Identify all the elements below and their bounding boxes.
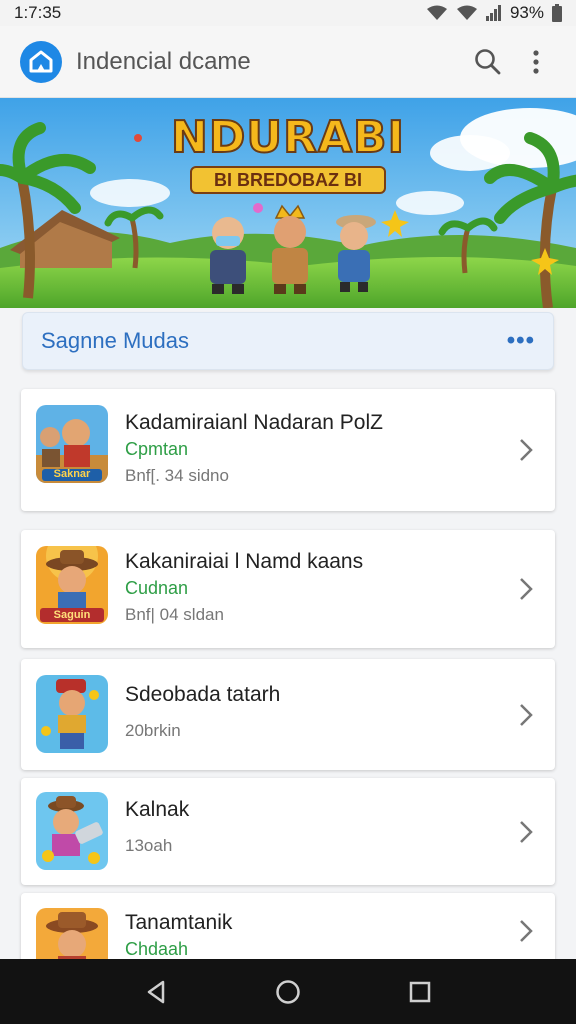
chevron-right-icon [520, 578, 533, 600]
home-circle-icon [276, 979, 300, 1004]
item-text: Kakaniraiai l Namd kaans Cudnan Bnf| 04 … [125, 550, 495, 625]
game-thumbnail-icon: Saguin [36, 546, 108, 624]
signal-icon [485, 5, 501, 21]
back-triangle-icon [147, 980, 165, 1003]
item-subtitle: Chdaah [125, 939, 189, 959]
app-bar: Indencial dcame [0, 26, 576, 98]
chevron-right-icon [520, 703, 533, 726]
recents-button[interactable] [396, 968, 444, 1016]
item-meta: Bnf[. 34 sidno [125, 466, 229, 485]
home-button[interactable] [264, 968, 312, 1016]
list-item[interactable]: Sdeobada tatarh 20brkin [21, 659, 555, 770]
overflow-menu-button[interactable] [512, 38, 560, 86]
item-meta: Bnf| 04 sldan [125, 605, 224, 624]
status-time: 1:7:35 [14, 3, 62, 22]
item-text: Tanamtanik Chdaah [125, 911, 495, 960]
more-vert-icon [533, 49, 539, 74]
item-name: Kakaniraiai l Namd kaans [125, 550, 364, 573]
battery-icon [552, 4, 562, 22]
item-name: Tanamtanik [125, 911, 233, 934]
promo-banner[interactable]: NDURABI BI BREDOBAZ BI [0, 98, 576, 308]
status-bar: 1:7:35 93% [0, 0, 576, 26]
chevron-right-icon [520, 820, 533, 843]
section-more-button[interactable]: ••• [507, 327, 535, 355]
item-name: Kadamiraianl Nadaran PolZ [125, 411, 383, 434]
section-header: Sagnne Mudas ••• [22, 312, 554, 370]
item-subtitle: Cudnan [125, 578, 189, 598]
game-thumbnail-icon [36, 792, 108, 870]
recents-square-icon [409, 981, 431, 1002]
app-title: Indencial dcame [76, 47, 251, 75]
chevron-right-icon [520, 920, 533, 942]
thumbnail-label: Saknar [53, 468, 91, 480]
list-item[interactable]: Kalnak 13oah [21, 778, 555, 885]
list-item[interactable]: Saknar Kadamiraianl Nadaran PolZ Cpmtan … [21, 389, 555, 511]
item-text: Kadamiraianl Nadaran PolZ Cpmtan Bnf[. 3… [125, 411, 495, 486]
item-text: Sdeobada tatarh 20brkin [125, 683, 495, 741]
item-subtitle: Cpmtan [125, 439, 189, 459]
status-icons: 93% [426, 3, 562, 23]
banner-subtitle: BI BREDOBAZ BI [190, 166, 386, 194]
back-button[interactable] [132, 968, 180, 1016]
item-meta: 20brkin [125, 721, 181, 740]
item-name: Sdeobada tatarh [125, 683, 281, 706]
banner-title: NDURABI [170, 111, 405, 164]
game-thumbnail-icon: Saknar [36, 405, 108, 483]
app-logo-icon [20, 40, 62, 83]
wifi-icon [456, 5, 477, 20]
section-title: Sagnne Mudas [41, 328, 189, 353]
battery-percent: 93% [509, 3, 544, 22]
system-nav-bar [0, 959, 576, 1024]
item-meta: 13oah [125, 836, 173, 855]
item-text: Kalnak 13oah [125, 798, 495, 856]
search-icon [475, 48, 501, 74]
item-name: Kalnak [125, 798, 190, 821]
game-thumbnail-icon [36, 675, 108, 753]
search-button[interactable] [464, 38, 512, 86]
list-item[interactable]: Saguin Kakaniraiai l Namd kaans Cudnan B… [21, 530, 555, 648]
wifi-icon [426, 5, 447, 20]
chevron-right-icon [520, 439, 533, 461]
thumbnail-label: Saguin [53, 609, 91, 621]
